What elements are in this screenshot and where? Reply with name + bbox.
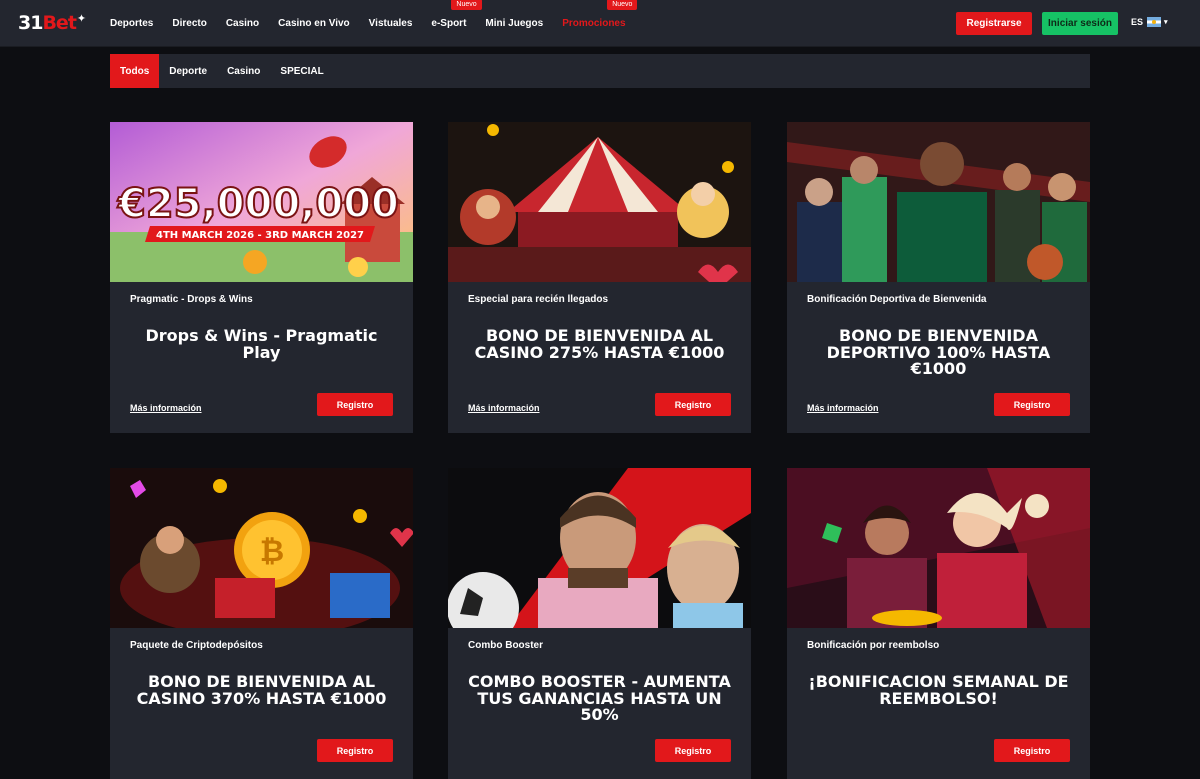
- sports-welcome-banner-image: [787, 122, 1090, 282]
- nav-item-promociones[interactable]: Nuevo Promociones: [562, 0, 638, 29]
- cashback-banner-image: [787, 468, 1090, 628]
- nav-item-casino[interactable]: Casino: [226, 18, 259, 29]
- tab-deporte[interactable]: Deporte: [159, 54, 217, 88]
- card-register-button[interactable]: Registro: [317, 393, 393, 416]
- nav-item-deportes[interactable]: Deportes: [110, 18, 153, 29]
- promo-card: Combo Booster COMBO BOOSTER - AUMENTA TU…: [448, 468, 751, 779]
- tab-casino[interactable]: Casino: [217, 54, 270, 88]
- card-title: BONO DE BIENVENIDA AL CASINO 275% HASTA …: [474, 326, 725, 362]
- logo-bet: Bet: [42, 12, 76, 34]
- nav-item-esport[interactable]: Nuevo e-Sport: [431, 0, 482, 29]
- tab-todos[interactable]: Todos: [110, 54, 160, 88]
- card-title: Drops & Wins - Pragmatic Play: [145, 326, 378, 362]
- nav-label: Vistuales: [368, 18, 413, 29]
- card-title: BONO DE BIENVENIDA AL CASINO 370% HASTA …: [136, 672, 387, 708]
- logo-number: 31: [18, 12, 43, 34]
- new-badge: Nuevo: [451, 0, 482, 10]
- tab-special[interactable]: SPECIAL: [270, 54, 333, 88]
- nav-item-directo[interactable]: Directo: [172, 18, 206, 29]
- card-title: COMBO BOOSTER - AUMENTA TUS GANANCIAS HA…: [468, 672, 731, 724]
- nav-item-mini-juegos[interactable]: Mini Juegos: [485, 18, 543, 29]
- promo-card: Bonificación por reembolso ¡BONIFICACION…: [787, 468, 1090, 779]
- card-category: Paquete de Criptodepósitos: [130, 640, 263, 651]
- main-nav: Deportes Directo Casino Casino en Vivo V…: [110, 0, 645, 47]
- top-header: 31Bet✦ Deportes Directo Casino Casino en…: [0, 0, 1200, 47]
- date-ribbon-text: 4TH MARCH 2026 - 3RD MARCH 2027: [156, 230, 364, 241]
- nav-label: Directo: [172, 18, 207, 29]
- site-logo[interactable]: 31Bet✦: [18, 12, 86, 34]
- svg-text:₿: ₿: [260, 534, 284, 569]
- nav-label: Mini Juegos: [485, 18, 544, 29]
- logo-star-icon: ✦: [76, 12, 86, 25]
- more-info-link[interactable]: Más información: [468, 403, 540, 413]
- nav-label: Promociones: [562, 18, 626, 29]
- casino-welcome-banner-image: [448, 122, 751, 282]
- card-register-button[interactable]: Registro: [317, 739, 393, 762]
- nav-label: e-Sport: [431, 18, 467, 29]
- card-title: BONO DE BIENVENIDA DEPORTIVO 100% HASTA …: [826, 326, 1051, 378]
- combo-booster-banner-image: [448, 468, 751, 628]
- new-badge: Nuevo: [607, 0, 638, 10]
- card-category: Pragmatic - Drops & Wins: [130, 294, 253, 305]
- register-button[interactable]: Registrarse: [956, 12, 1032, 35]
- crypto-deposit-banner-image: ₿: [110, 468, 413, 628]
- card-register-button[interactable]: Registro: [994, 739, 1070, 762]
- login-button[interactable]: Iniciar sesión: [1042, 12, 1118, 35]
- nav-item-vistuales[interactable]: Vistuales: [369, 18, 413, 29]
- nav-item-casino-en-vivo[interactable]: Casino en Vivo: [278, 18, 350, 29]
- nav-label: Casino en Vivo: [278, 18, 350, 29]
- promo-card: Bonificación Deportiva de Bienvenida BON…: [787, 122, 1090, 433]
- promo-filter-tabs: Todos Deporte Casino SPECIAL: [110, 54, 1090, 88]
- nav-label: Casino: [225, 18, 260, 29]
- card-title: ¡BONIFICACION SEMANAL DE REEMBOLSO!: [808, 672, 1069, 708]
- card-register-button[interactable]: Registro: [655, 393, 731, 416]
- argentina-flag-icon: [1147, 17, 1162, 27]
- more-info-link[interactable]: Más información: [130, 403, 202, 413]
- nav-label: Deportes: [110, 18, 154, 29]
- language-selector[interactable]: ES ▾: [1131, 17, 1168, 27]
- card-register-button[interactable]: Registro: [655, 739, 731, 762]
- chevron-down-icon: ▾: [1164, 19, 1168, 26]
- drops-wins-banner-image: €25,000,000 4TH MARCH 2026 - 3RD MARCH 2…: [110, 122, 413, 282]
- card-register-button[interactable]: Registro: [994, 393, 1070, 416]
- card-category: Combo Booster: [468, 640, 543, 651]
- more-info-link[interactable]: Más información: [807, 403, 879, 413]
- language-code: ES: [1131, 17, 1144, 27]
- promo-card: €25,000,000 4TH MARCH 2026 - 3RD MARCH 2…: [110, 122, 413, 433]
- promo-card: Especial para recién llegados BONO DE BI…: [448, 122, 751, 433]
- card-category: Bonificación por reembolso: [807, 640, 940, 651]
- card-category: Especial para recién llegados: [468, 294, 609, 305]
- promo-card: ₿ Paquete de Criptodepósitos BONO DE BIE…: [110, 468, 413, 779]
- jackpot-text: €25,000,000: [117, 181, 399, 227]
- card-category: Bonificación Deportiva de Bienvenida: [807, 294, 987, 305]
